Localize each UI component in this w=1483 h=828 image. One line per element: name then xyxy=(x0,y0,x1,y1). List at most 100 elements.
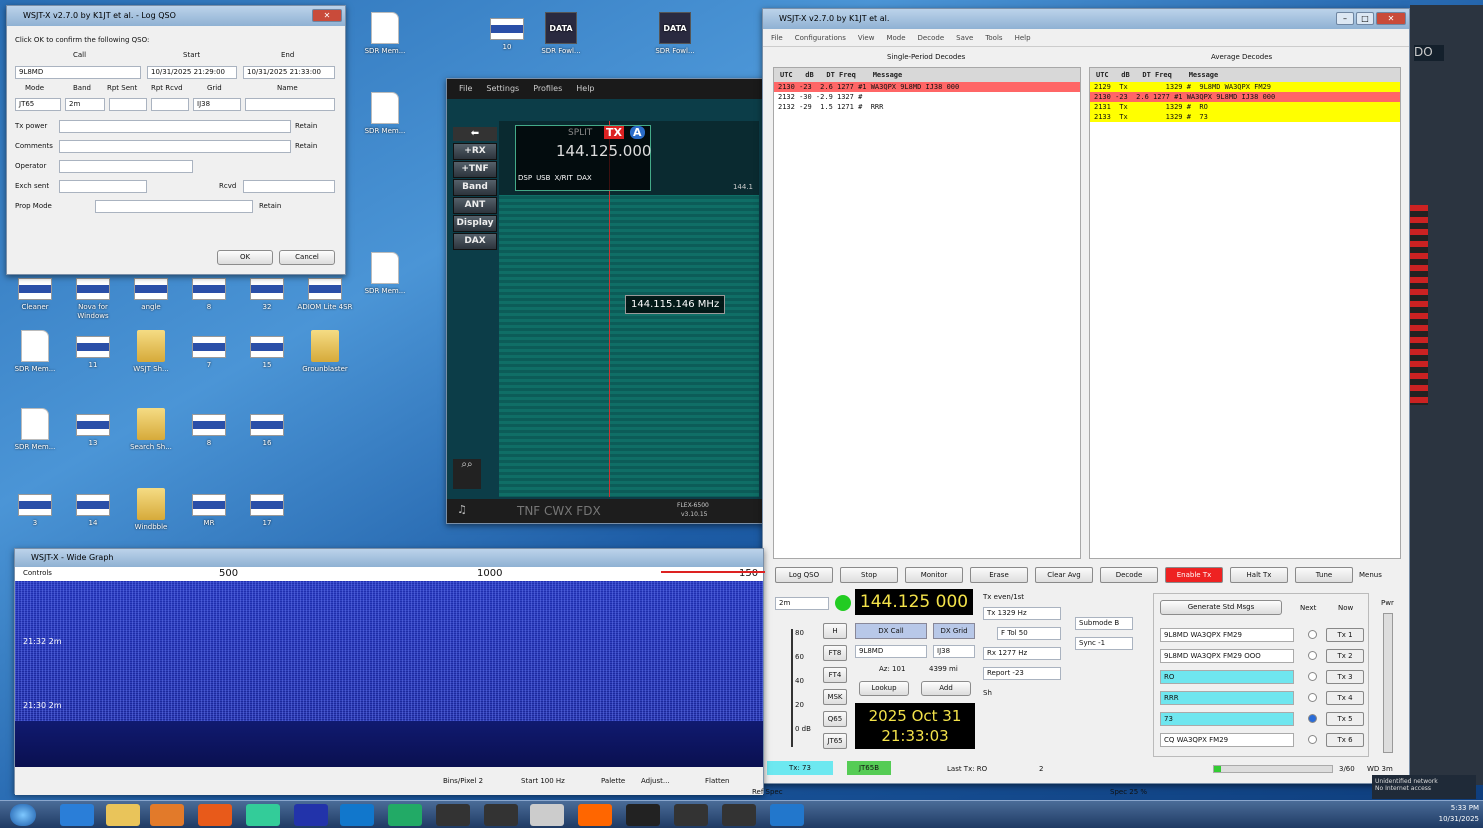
media-icon[interactable] xyxy=(150,804,184,826)
mode-button-ft4[interactable]: FT4 xyxy=(823,667,847,683)
desktop-icon[interactable]: 17 xyxy=(238,488,296,528)
menu-view[interactable]: View xyxy=(858,29,875,46)
desktop-icon[interactable]: SDR Mem... xyxy=(356,92,414,136)
stop-button[interactable]: Stop xyxy=(840,567,898,583)
enable-tx-button[interactable]: Enable Tx xyxy=(1165,567,1223,583)
ant-button[interactable]: ANT xyxy=(453,197,497,214)
desktop-icon[interactable]: DATA SDR Fowl... xyxy=(532,12,590,56)
controls-checkbox[interactable]: Controls xyxy=(23,569,52,577)
start-freq[interactable]: Start 100 Hz xyxy=(521,777,565,785)
app-icon-6[interactable] xyxy=(770,804,804,826)
rpt-sent-field[interactable] xyxy=(109,98,147,111)
clear-avg-button[interactable]: Clear Avg xyxy=(1035,567,1093,583)
menu-tools[interactable]: Tools xyxy=(985,29,1002,46)
close-icon[interactable]: ✕ xyxy=(1376,12,1406,25)
desktop-icon[interactable]: 8 xyxy=(180,272,238,312)
desktop-icon[interactable]: Cleaner xyxy=(6,272,64,312)
next-radio-3[interactable] xyxy=(1308,672,1317,681)
usb-tab[interactable]: USB xyxy=(536,174,550,182)
menus-checkbox[interactable]: Menus xyxy=(1359,571,1382,579)
desktop-icon[interactable]: 15 xyxy=(238,330,296,370)
start-button-icon[interactable] xyxy=(10,804,36,826)
dax-icon-2[interactable] xyxy=(674,804,708,826)
desktop-icon[interactable]: 8 xyxy=(180,408,238,448)
sdr-icon[interactable] xyxy=(626,804,660,826)
prop-mode-select[interactable] xyxy=(95,200,253,213)
add-rx-button[interactable]: +RX xyxy=(453,143,497,160)
slice-flag[interactable]: SPLIT TX A 144.125.000 DSP USB X/RIT DAX xyxy=(515,125,651,191)
grid-field[interactable]: IJ38 xyxy=(193,98,241,111)
cat-icon-1[interactable] xyxy=(436,804,470,826)
power-slider[interactable] xyxy=(1383,613,1393,753)
log-qso-titlebar[interactable]: WSJT-X v2.7.0 by K1JT et al. - Log QSO ✕ xyxy=(7,6,345,26)
menu-decode[interactable]: Decode xyxy=(918,29,945,46)
slice-letter[interactable]: A xyxy=(630,126,645,139)
tx1-button[interactable]: Tx 1 xyxy=(1326,628,1364,642)
mode-button-ft8[interactable]: FT8 xyxy=(823,645,847,661)
monitor-button[interactable]: Monitor xyxy=(905,567,963,583)
band-select[interactable]: 2m xyxy=(775,597,829,610)
decode-line[interactable]: 2133 Tx 1329 # 73 xyxy=(1090,112,1400,122)
minimize-icon[interactable]: – xyxy=(1336,12,1354,25)
desktop-icon[interactable]: Nova for Windows xyxy=(64,272,122,321)
flatten-checkbox[interactable]: Flatten xyxy=(705,777,730,785)
menu-configurations[interactable]: Configurations xyxy=(795,29,846,46)
waterfall[interactable]: 21:32 2m 21:30 2m xyxy=(15,581,763,767)
tx-freq-spinbox[interactable]: Tx 1329 Hz xyxy=(983,607,1061,620)
tune-button[interactable]: Tune xyxy=(1295,567,1353,583)
desktop-icon[interactable]: Search Sh... xyxy=(122,408,180,452)
mode-field[interactable]: JT65 xyxy=(15,98,61,111)
wide-graph-titlebar[interactable]: WSJT-X - Wide Graph xyxy=(15,549,763,567)
desktop-icon[interactable]: 7 xyxy=(180,330,238,370)
app-icon-1[interactable] xyxy=(294,804,328,826)
adjust-button[interactable]: Adjust... xyxy=(641,777,670,785)
maximize-icon[interactable]: □ xyxy=(1356,12,1374,25)
decode-line[interactable]: 2130 -23 2.6 1277 #1 WA3QPX 9L8MD IJ38 0… xyxy=(1090,92,1400,102)
tx-message-2[interactable]: 9L8MD WA3QPX FM29 OOO xyxy=(1160,649,1294,663)
sdr-menu-file[interactable]: File xyxy=(459,79,472,99)
ie-icon[interactable] xyxy=(60,804,94,826)
display-button[interactable]: Display xyxy=(453,215,497,232)
menu-file[interactable]: File xyxy=(771,29,783,46)
decode-line[interactable]: 2132 -30 -2.9 1327 # xyxy=(774,92,1080,102)
explorer-icon[interactable] xyxy=(106,804,140,826)
band-button[interactable]: Band xyxy=(453,179,497,196)
exch-sent-field[interactable] xyxy=(59,180,147,193)
call-field[interactable]: 9L8MD xyxy=(15,66,141,79)
desktop-icon[interactable]: ADIOM Lite 4SR xyxy=(296,272,354,312)
wsjtx-titlebar[interactable]: WSJT-X v2.7.0 by K1JT et al. – □ ✕ xyxy=(763,9,1409,29)
retain-checkbox-1[interactable]: Retain xyxy=(295,122,317,130)
comments-field[interactable] xyxy=(59,140,291,153)
retain-checkbox-3[interactable]: Retain xyxy=(259,202,281,210)
dx-call-field[interactable]: 9L8MD xyxy=(855,645,927,658)
mode-button-h[interactable]: H xyxy=(823,623,847,639)
desktop-icon[interactable]: 14 xyxy=(64,488,122,528)
desktop-icon[interactable]: SDR Mem... xyxy=(356,12,414,56)
sdr-menu-profiles[interactable]: Profiles xyxy=(533,79,562,99)
tx-power-field[interactable] xyxy=(59,120,291,133)
rcvd-field[interactable] xyxy=(243,180,335,193)
next-radio-4[interactable] xyxy=(1308,693,1317,702)
generate-std-msgs-button[interactable]: Generate Std Msgs xyxy=(1160,600,1282,615)
app-icon-2[interactable] xyxy=(340,804,374,826)
desktop-icon[interactable]: 16 xyxy=(238,408,296,448)
cat-icon-2[interactable] xyxy=(722,804,756,826)
desktop-icon[interactable]: SDR Mem... xyxy=(356,252,414,296)
tx2-button[interactable]: Tx 2 xyxy=(1326,649,1364,663)
decode-button[interactable]: Decode xyxy=(1100,567,1158,583)
start-field[interactable]: 10/31/2025 21:29:00 xyxy=(147,66,237,79)
decode-line[interactable]: 2129 Tx 1329 # 9L8MD WA3QPX FM29 xyxy=(1090,82,1400,92)
menu-mode[interactable]: Mode xyxy=(886,29,905,46)
desktop-icon[interactable]: angle xyxy=(122,272,180,312)
end-field[interactable]: 10/31/2025 21:33:00 xyxy=(243,66,335,79)
decode-line[interactable]: 2130 -23 2.6 1277 #1 WA3QPX 9L8MD IJ38 0… xyxy=(774,82,1080,92)
tx5-button[interactable]: Tx 5 xyxy=(1326,712,1364,726)
next-radio-6[interactable] xyxy=(1308,735,1317,744)
app-icon-3[interactable] xyxy=(388,804,422,826)
tx-even-checkbox[interactable]: Tx even/1st xyxy=(983,593,1024,601)
dax-icon-1[interactable] xyxy=(484,804,518,826)
sdr-menu-settings[interactable]: Settings xyxy=(486,79,519,99)
tx6-button[interactable]: Tx 6 xyxy=(1326,733,1364,747)
desktop-icon[interactable]: 3 xyxy=(6,488,64,528)
band-field[interactable]: 2m xyxy=(65,98,105,111)
